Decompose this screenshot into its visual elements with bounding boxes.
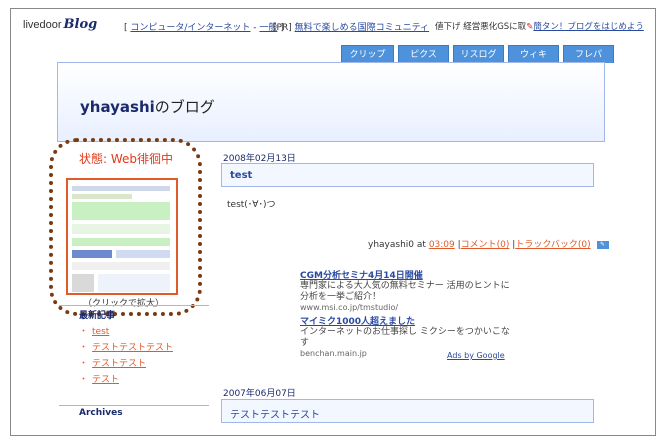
status-text: 状態: Web徘徊中 xyxy=(79,152,174,166)
entry-body: test(･∀･)つ xyxy=(227,200,276,210)
browser-page: livedoor Blog [ コンピュータ/インターネット - 一般 ] [PR… xyxy=(10,8,656,436)
screenshot-thumbnail[interactable] xyxy=(66,178,178,295)
news-ticker: 値下げ 経営悪化GSに取✎簡タン！ブログをはじめよう xyxy=(435,20,644,32)
livedoor-blog-logo[interactable]: livedoor Blog xyxy=(23,17,97,32)
ad-title-link[interactable]: CGM分析セミナ4月14日開催 xyxy=(300,268,515,281)
google-ads: CGM分析セミナ4月14日開催 専門家による大人気の無料セミナー 活用のヒントに… xyxy=(300,268,515,360)
entry-footer: yhayashi0 at 03:09 |コメント(0) |トラックバック(0) … xyxy=(368,237,609,250)
recent-post-link[interactable]: テストテスト xyxy=(92,359,146,369)
entry-date: 2007年06月07日 xyxy=(223,389,296,399)
entry-title-box: テストテストテスト xyxy=(221,399,594,423)
blog-title-suffix: のブログ xyxy=(154,98,215,116)
tab-clip[interactable]: クリップ xyxy=(341,45,394,63)
trackback-link[interactable]: トラックバック(0) xyxy=(515,240,590,250)
pr-label: [PR] xyxy=(273,23,292,33)
logo-livedoor: livedoor xyxy=(23,19,62,31)
ads-by-google-link[interactable]: Ads by Google xyxy=(447,351,505,360)
tab-rislog[interactable]: リスログ xyxy=(453,45,504,63)
recent-post-link[interactable]: テスト xyxy=(92,375,119,385)
entry-at: at xyxy=(416,240,426,250)
ad-title-link[interactable]: マイミク1000人超えました xyxy=(300,314,515,327)
top-bar: livedoor Blog [ コンピュータ/インターネット - 一般 ] [PR… xyxy=(11,9,655,35)
archives-divider xyxy=(59,405,209,406)
ad-description: 専門家による大人気の無料セミナー 活用のヒントに分析を一挙ご紹介！ xyxy=(300,281,510,302)
entry-title-box: test xyxy=(221,163,594,187)
comments-link[interactable]: コメント(0) xyxy=(461,240,510,250)
category-breadcrumb: [ コンピュータ/インターネット - 一般 ] xyxy=(124,20,284,33)
pr-link[interactable]: 無料で楽しめる国際コミュニティ xyxy=(295,23,429,33)
list-item: ・テストテスト xyxy=(79,359,147,369)
blog-header: yhayashiのブログ xyxy=(57,62,605,142)
entry-title[interactable]: test xyxy=(230,170,252,181)
ticker-text: 値下げ 経営悪化GSに取 xyxy=(435,22,527,32)
category-link[interactable]: コンピュータ/インターネット xyxy=(130,23,250,33)
list-item: ・テスト xyxy=(79,375,120,385)
list-item: ・テストテストテスト xyxy=(79,343,174,353)
blog-title[interactable]: yhayashiのブログ xyxy=(80,96,215,117)
tab-wiki[interactable]: ウィキ xyxy=(508,45,559,63)
logo-blog: Blog xyxy=(63,17,98,32)
pr-banner: [PR] 無料で楽しめる国際コミュニティ xyxy=(273,20,429,33)
ticker-link[interactable]: 簡タン！ブログをはじめよう xyxy=(533,22,644,32)
entry-author: yhayashi0 xyxy=(368,240,415,250)
tab-pics[interactable]: ピクス xyxy=(398,45,449,63)
ad-url[interactable]: www.msi.co.jp/tmstudio/ xyxy=(300,303,515,312)
recent-post-link[interactable]: テストテストテスト xyxy=(92,343,173,353)
entry-time-link[interactable]: 03:09 xyxy=(429,240,455,250)
archives-title: Archives xyxy=(79,408,123,418)
ad-description: インターネットのお仕事探し ミクシーをつかいこなす xyxy=(300,327,510,348)
edit-icon[interactable]: ✎ xyxy=(596,240,609,249)
list-item: ・ test xyxy=(79,327,110,337)
recent-posts-list: ・ test ・テストテストテスト ・テストテスト ・テスト xyxy=(79,324,173,388)
sidebar-divider xyxy=(59,305,209,306)
bracket-open: [ xyxy=(124,23,128,33)
service-tabs: クリップ ピクス リスログ ウィキ フレパ xyxy=(341,45,614,63)
ad-item: CGM分析セミナ4月14日開催 専門家による大人気の無料セミナー 活用のヒントに… xyxy=(300,268,515,312)
entry-title[interactable]: テストテストテスト xyxy=(230,406,320,421)
recent-posts-title: 最新記事 xyxy=(79,311,116,321)
recent-post-link[interactable]: test xyxy=(92,327,109,337)
blog-owner: yhayashi xyxy=(80,98,155,116)
tab-frepa[interactable]: フレパ xyxy=(563,45,614,63)
